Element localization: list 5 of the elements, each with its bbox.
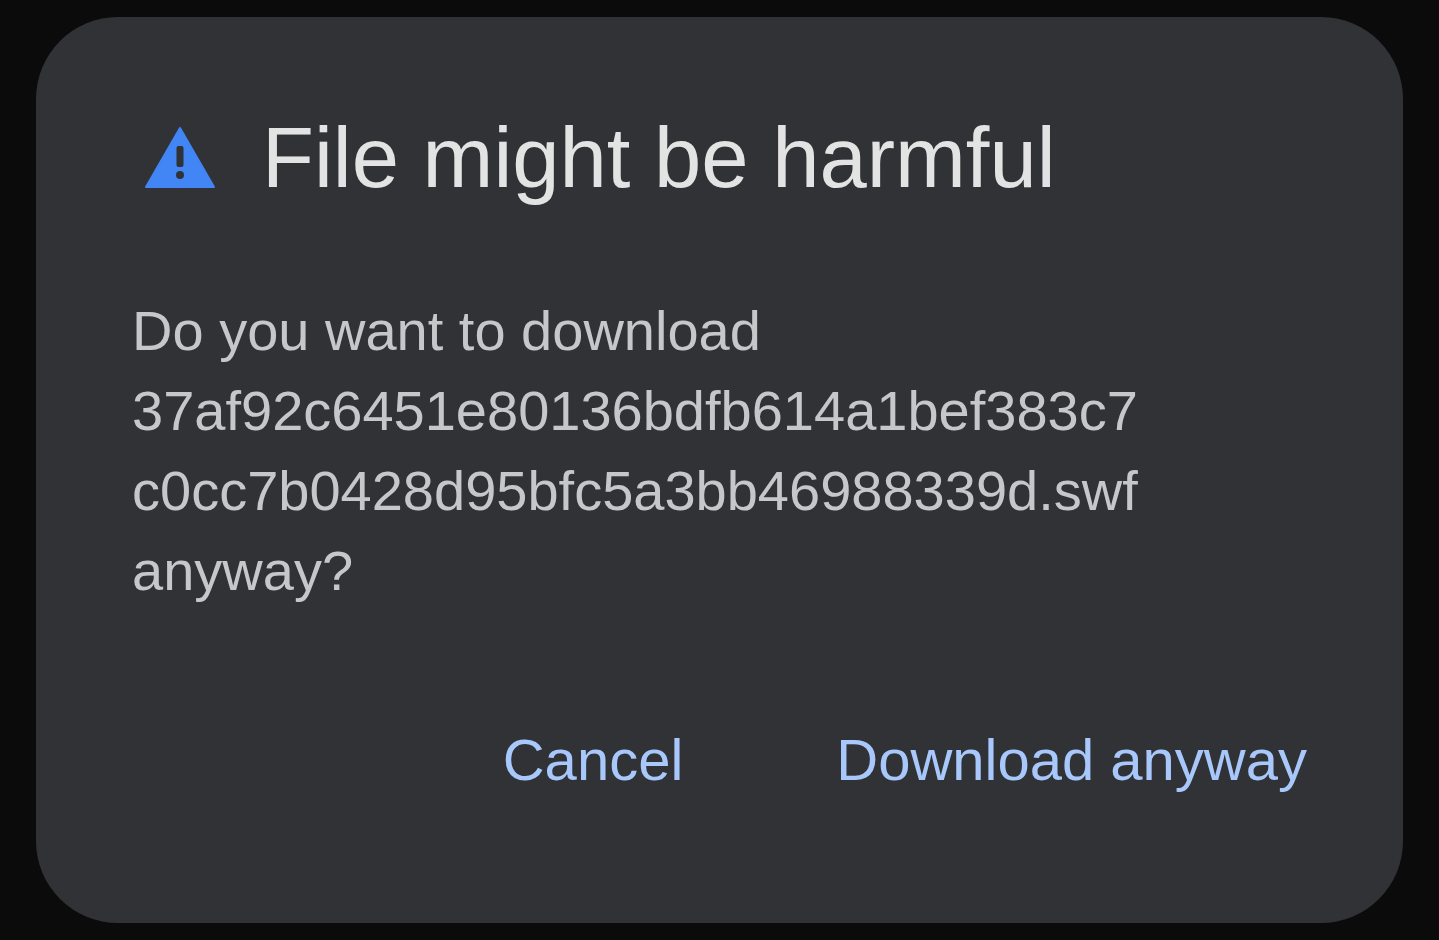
- dialog-message: Do you want to download 37af92c6451e80136bdfb614a1bef383c7c0cc7b0428d95bfc5a3bb46988339d.swf anyway?: [132, 297, 1139, 604]
- download-anyway-button[interactable]: Download anyway: [828, 716, 1315, 804]
- warning-icon: [145, 127, 215, 189]
- dialog-title: File might be harmful: [262, 109, 1056, 207]
- cancel-button[interactable]: Cancel: [494, 716, 692, 804]
